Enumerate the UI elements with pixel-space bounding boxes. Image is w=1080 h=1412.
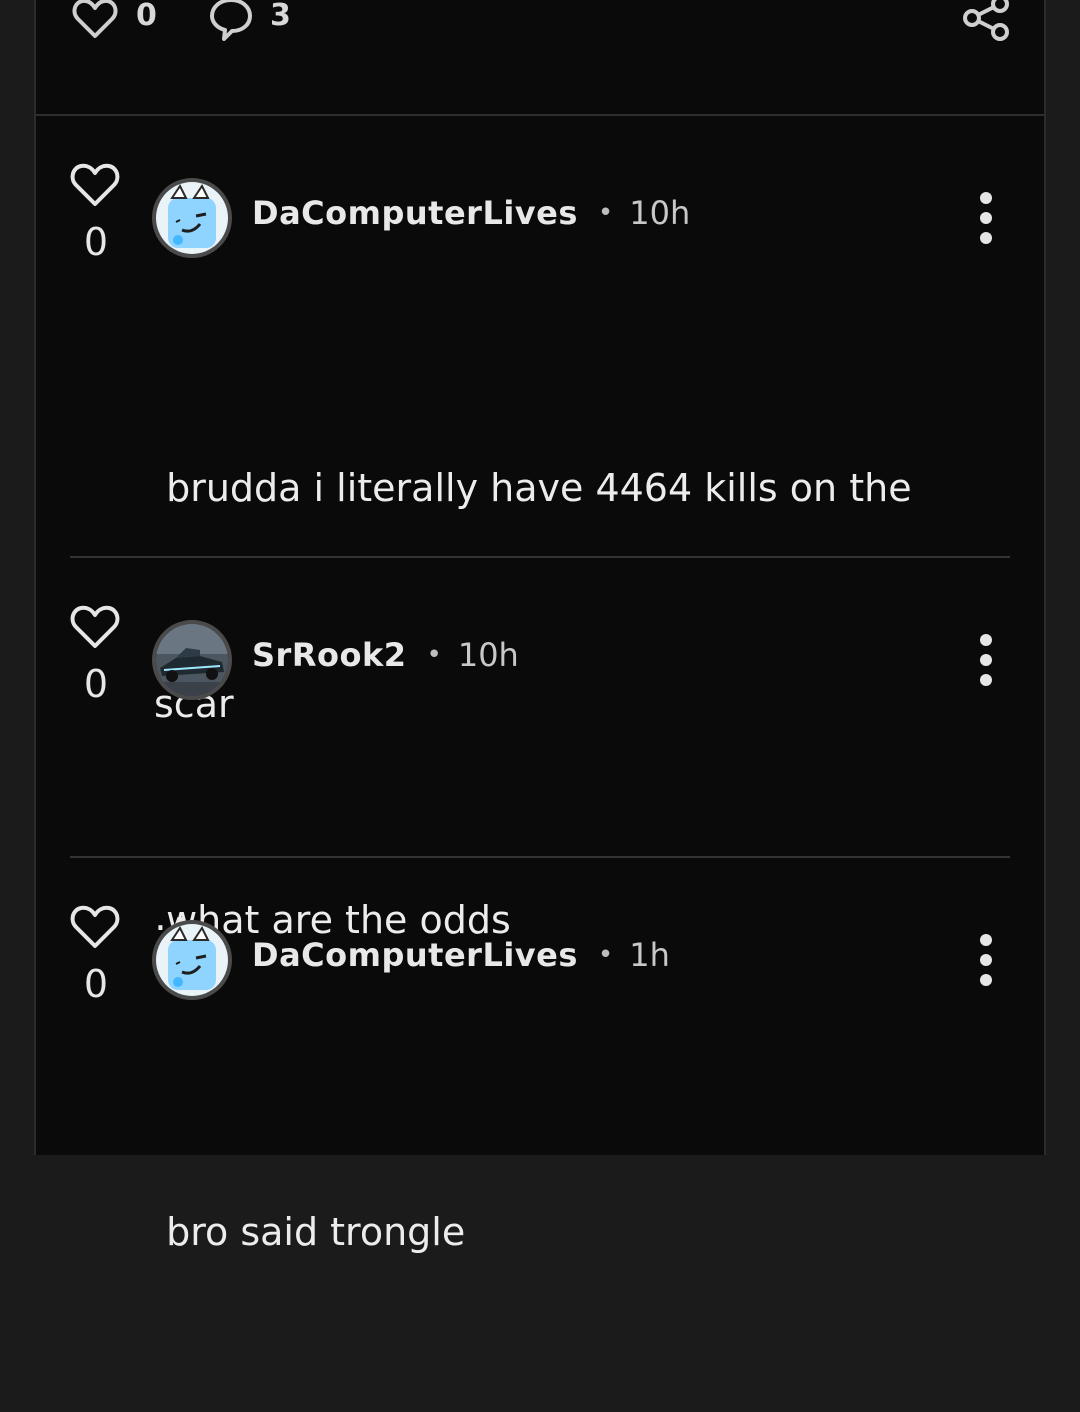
more-vertical-icon[interactable] [972, 930, 1000, 990]
comment-header: DaComputerLives • 10h [252, 194, 690, 232]
comment-username[interactable]: DaComputerLives [252, 936, 578, 974]
comment-like-count: 0 [83, 662, 109, 706]
more-vertical-icon[interactable] [972, 630, 1000, 690]
comment-divider [70, 556, 1010, 558]
avatar-image [156, 624, 228, 696]
heart-icon[interactable] [69, 602, 121, 650]
avatar[interactable] [152, 620, 232, 700]
heart-icon[interactable] [69, 160, 121, 208]
separator-dot: • [597, 940, 614, 970]
comment-text-line: bro said trongle [154, 1210, 466, 1254]
comment-icon[interactable] [206, 0, 256, 44]
comment-timestamp: 10h [457, 636, 519, 674]
separator-dot: • [597, 198, 614, 228]
comment-text-line: brudda i literally have 4464 kills on th… [154, 466, 912, 510]
avatar[interactable] [152, 178, 232, 258]
post-like-count: 0 [136, 0, 157, 33]
avatar-image [156, 924, 228, 996]
comments-panel: 0 3 0 DaComputerLives • 10h brudda i lit… [34, 0, 1046, 1254]
comment-header: SrRook2 • 10h [252, 636, 519, 674]
separator-dot: • [426, 640, 442, 670]
comment-header: DaComputerLives • 1h [252, 936, 670, 974]
post-action-bar: 0 3 [36, 0, 1044, 116]
comment-divider [70, 856, 1010, 858]
comment-like-count: 0 [83, 220, 109, 264]
post-comment-count: 3 [270, 0, 291, 33]
comment-username[interactable]: DaComputerLives [252, 194, 578, 232]
heart-icon[interactable] [69, 902, 121, 950]
comment-like-count: 0 [83, 962, 109, 1006]
comment-text-line: scar [154, 682, 234, 726]
avatar-image [156, 182, 228, 254]
share-icon[interactable] [960, 0, 1014, 44]
comment-timestamp: 1h [629, 936, 670, 974]
comment-body: bro said trongle [154, 1052, 465, 1412]
comment-username[interactable]: SrRook2 [252, 636, 406, 674]
comment-body: brudda i literally have 4464 kills on th… [154, 308, 912, 1100]
comment-timestamp: 10h [629, 194, 691, 232]
more-vertical-icon[interactable] [972, 188, 1000, 248]
avatar[interactable] [152, 920, 232, 1000]
heart-icon[interactable] [70, 0, 120, 44]
